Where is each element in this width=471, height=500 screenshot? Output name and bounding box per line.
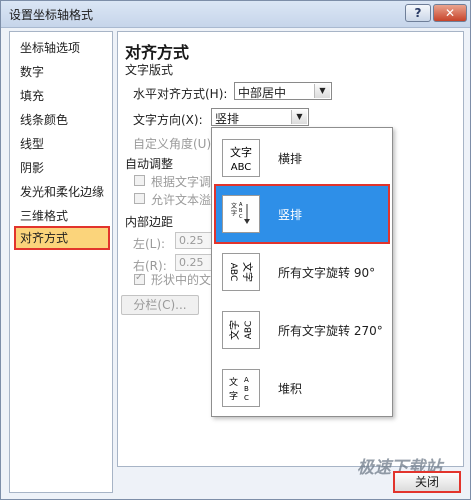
autofit-heading: 自动调整 bbox=[125, 157, 174, 171]
dialog-title: 设置坐标轴格式 bbox=[9, 8, 94, 22]
section-title: 对齐方式 bbox=[125, 43, 190, 62]
left-margin-input[interactable]: 0.25 bbox=[175, 232, 215, 249]
nav-item-line-style[interactable]: 线型 bbox=[14, 132, 110, 156]
category-list: 坐标轴选项 数字 填充 线条颜色 线型 阴影 发光和柔化边缘 三维格式 对齐方式 bbox=[9, 31, 113, 493]
columns-button[interactable]: 分栏(C)... bbox=[121, 295, 199, 315]
nav-item-fill[interactable]: 填充 bbox=[14, 84, 110, 108]
svg-text:文字: 文字 bbox=[230, 145, 252, 159]
option-horizontal[interactable]: 文字 ABC 横排 bbox=[216, 130, 388, 186]
nav-item-axis-options[interactable]: 坐标轴选项 bbox=[14, 36, 110, 60]
svg-text:A: A bbox=[244, 376, 249, 384]
option-rotate-270[interactable]: 文字 ABC 所有文字旋转 270° bbox=[216, 302, 388, 358]
svg-text:ABC: ABC bbox=[228, 263, 238, 281]
option-stacked[interactable]: 文 字 A B C 堆积 bbox=[216, 360, 388, 416]
text-direction-label: 文字方向(X): bbox=[133, 113, 203, 127]
h-align-select[interactable]: 中部居中 ▼ bbox=[234, 82, 332, 100]
wrap-text-checkbox[interactable] bbox=[134, 272, 145, 285]
right-margin-input[interactable]: 0.25 bbox=[175, 254, 215, 271]
title-bar[interactable]: 设置坐标轴格式 ? ✕ bbox=[1, 1, 470, 28]
custom-angle-label: 自定义角度(U): bbox=[133, 137, 216, 151]
autofit-overflow-label: 允许文本溢 bbox=[151, 193, 212, 207]
svg-text:文: 文 bbox=[231, 202, 237, 210]
horizontal-text-icon: 文字 ABC bbox=[222, 139, 260, 177]
option-rotate-270-label: 所有文字旋转 270° bbox=[278, 324, 383, 338]
rotate-90-icon: 文字 ABC bbox=[222, 253, 260, 291]
svg-text:C: C bbox=[239, 214, 243, 220]
help-button[interactable]: ? bbox=[405, 4, 431, 22]
option-stacked-vertical-label: 竖排 bbox=[278, 208, 303, 222]
autofit-resize-checkbox[interactable] bbox=[134, 175, 145, 186]
option-stacked-vertical[interactable]: 文 字 A B C 竖排 bbox=[214, 184, 390, 244]
svg-text:ABC: ABC bbox=[231, 162, 252, 173]
text-direction-select[interactable]: 竖排 ▼ bbox=[211, 108, 309, 126]
left-margin-label: 左(L): bbox=[133, 237, 166, 251]
h-align-value: 中部居中 bbox=[238, 86, 287, 100]
option-horizontal-label: 横排 bbox=[278, 152, 303, 166]
option-rotate-90-label: 所有文字旋转 90° bbox=[278, 266, 376, 280]
nav-item-3d-format[interactable]: 三维格式 bbox=[14, 204, 110, 228]
svg-text:文字: 文字 bbox=[228, 320, 241, 340]
nav-item-alignment[interactable]: 对齐方式 bbox=[14, 226, 110, 250]
chevron-down-icon: ▼ bbox=[291, 110, 307, 124]
svg-text:C: C bbox=[244, 394, 249, 402]
close-window-button[interactable]: ✕ bbox=[433, 4, 467, 22]
chevron-down-icon: ▼ bbox=[314, 84, 330, 98]
svg-text:文: 文 bbox=[229, 376, 238, 388]
svg-text:文字: 文字 bbox=[241, 262, 254, 282]
autofit-resize-label: 根据文字调 bbox=[151, 175, 212, 189]
text-direction-value: 竖排 bbox=[215, 112, 240, 126]
inner-margin-heading: 内部边距 bbox=[125, 215, 174, 229]
close-button[interactable]: 关闭 bbox=[393, 471, 461, 493]
rotate-270-icon: 文字 ABC bbox=[222, 311, 260, 349]
svg-text:字: 字 bbox=[229, 390, 238, 402]
nav-item-number[interactable]: 数字 bbox=[14, 60, 110, 84]
nav-item-shadow[interactable]: 阴影 bbox=[14, 156, 110, 180]
nav-item-line-color[interactable]: 线条颜色 bbox=[14, 108, 110, 132]
svg-text:B: B bbox=[244, 385, 249, 393]
stacked-vertical-icon: 文 字 A B C bbox=[222, 195, 260, 233]
option-rotate-90[interactable]: 文字 ABC 所有文字旋转 90° bbox=[216, 244, 388, 300]
wrap-text-label: 形状中的文 bbox=[151, 273, 212, 287]
text-direction-dropdown: 文字 ABC 横排 文 字 A B C 竖排 文字 ABC 所有文字旋转 90°… bbox=[211, 127, 393, 417]
svg-text:字: 字 bbox=[231, 209, 237, 217]
nav-item-glow-soft-edges[interactable]: 发光和柔化边缘 bbox=[14, 180, 110, 204]
format-axis-dialog: 设置坐标轴格式 ? ✕ 坐标轴选项 数字 填充 线条颜色 线型 阴影 发光和柔化… bbox=[0, 0, 471, 500]
h-align-label: 水平对齐方式(H): bbox=[133, 87, 228, 101]
stacked-text-icon: 文 字 A B C bbox=[222, 369, 260, 407]
option-stacked-label: 堆积 bbox=[278, 382, 303, 396]
autofit-overflow-checkbox[interactable] bbox=[134, 193, 145, 204]
text-layout-heading: 文字版式 bbox=[125, 63, 174, 77]
svg-text:ABC: ABC bbox=[244, 321, 254, 339]
